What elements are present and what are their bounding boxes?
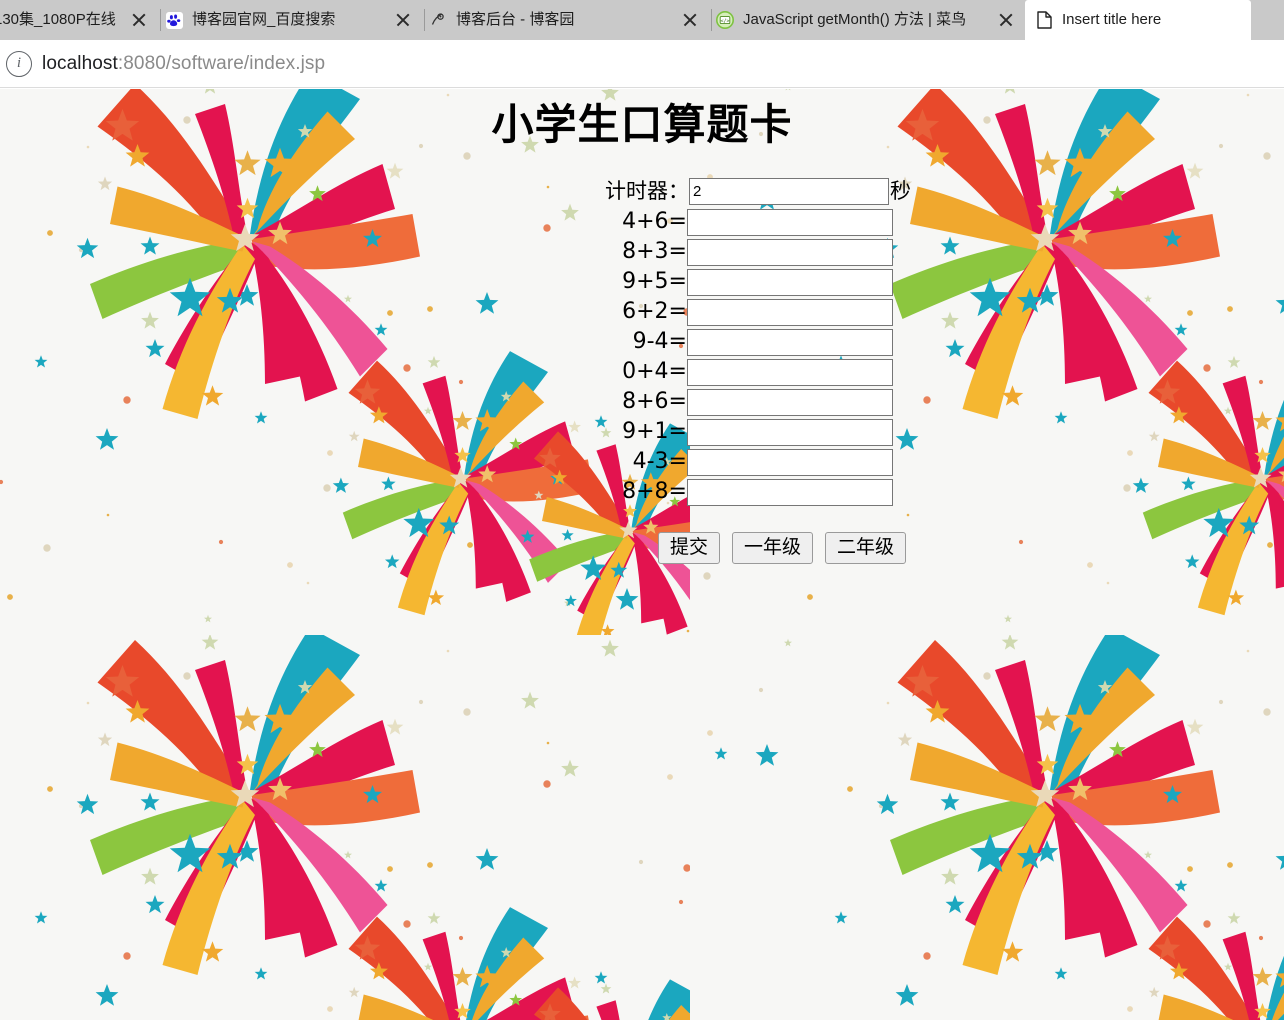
timer-input[interactable] bbox=[689, 177, 889, 205]
browser-tab[interactable]: 博客后台 - 博客园 bbox=[422, 0, 709, 40]
svg-text:</>: </> bbox=[720, 18, 729, 24]
question-expression: 8+8= bbox=[622, 479, 687, 504]
submit-button[interactable]: 提交 bbox=[658, 532, 721, 564]
tab-title: Insert title here bbox=[1062, 11, 1162, 28]
answer-input[interactable] bbox=[687, 448, 893, 476]
browser-tab[interactable]: </> JavaScript getMonth() 方法 | 菜鸟 bbox=[709, 0, 1025, 40]
tab-close-icon[interactable] bbox=[390, 7, 416, 33]
info-circle-icon[interactable]: i bbox=[6, 50, 32, 77]
tab-title: 博客后台 - 博客园 bbox=[456, 11, 575, 28]
tab-close-icon[interactable] bbox=[126, 7, 152, 33]
question-expression: 6+2= bbox=[622, 299, 687, 324]
question-rows: 4+6= 8+3= 9+5= 6+2= 9-4= 0+4= 8+6= 9+1= 4-3= 8+8= bbox=[0, 207, 1284, 507]
question-expression: 9-4= bbox=[632, 329, 687, 354]
cnblogs-icon bbox=[429, 11, 447, 29]
answer-input[interactable] bbox=[687, 328, 893, 356]
action-buttons: 提交 一年级 二年级 bbox=[0, 532, 1284, 564]
question-row: 8+6= bbox=[0, 387, 1284, 417]
tab-divider bbox=[160, 9, 161, 31]
grade-one-button[interactable]: 一年级 bbox=[732, 532, 814, 564]
question-row: 9+5= bbox=[0, 267, 1284, 297]
browser-window: 130集_1080P在线 博客园官网_百度搜索 博客后台 - 博客园 </> JavaS… bbox=[0, 0, 1284, 1020]
question-row: 6+2= bbox=[0, 297, 1284, 327]
answer-input[interactable] bbox=[687, 208, 893, 236]
browser-tab[interactable]: 130集_1080P在线 bbox=[0, 0, 158, 40]
answer-input[interactable] bbox=[687, 388, 893, 416]
url-path: :8080/software/index.jsp bbox=[117, 52, 326, 74]
question-expression: 4+6= bbox=[622, 209, 687, 234]
question-expression: 8+6= bbox=[622, 389, 687, 414]
question-expression: 8+3= bbox=[622, 239, 687, 264]
document-page-icon bbox=[1035, 11, 1053, 29]
timer-row: 计时器： 秒 bbox=[0, 175, 1284, 207]
answer-input[interactable] bbox=[687, 268, 893, 296]
question-row: 4+6= bbox=[0, 207, 1284, 237]
question-row: 0+4= bbox=[0, 357, 1284, 387]
info-glyph: i bbox=[16, 55, 22, 71]
address-bar[interactable]: i localhost:8080/software/index.jsp bbox=[0, 40, 1284, 88]
tab-title: 130集_1080P在线 bbox=[0, 11, 116, 28]
page-content: 小学生口算题卡 计时器： 秒 4+6= 8+3= 9+5= 6+2= 9-4= 0+4= 8… bbox=[0, 89, 1284, 564]
url-text[interactable]: localhost:8080/software/index.jsp bbox=[42, 53, 325, 75]
question-row: 9-4= bbox=[0, 327, 1284, 357]
answer-input[interactable] bbox=[687, 358, 893, 386]
answer-input[interactable] bbox=[687, 418, 893, 446]
tab-divider bbox=[424, 9, 425, 31]
question-row: 4-3= bbox=[0, 447, 1284, 477]
browser-tab[interactable]: Insert title here bbox=[1025, 0, 1251, 40]
question-row: 8+8= bbox=[0, 477, 1284, 507]
quiz-form: 计时器： 秒 4+6=8+3=9+5=6+2=9-4=0+4=8+6=9+1=4… bbox=[0, 175, 1284, 507]
question-expression: 9+5= bbox=[622, 269, 687, 294]
page-title: 小学生口算题卡 bbox=[491, 101, 793, 148]
answer-input[interactable] bbox=[687, 238, 893, 266]
answer-input[interactable] bbox=[687, 478, 893, 506]
question-expression: 9+1= bbox=[622, 419, 687, 444]
tab-close-icon[interactable] bbox=[677, 7, 703, 33]
tab-title: 博客园官网_百度搜索 bbox=[192, 11, 336, 28]
question-row: 9+1= bbox=[0, 417, 1284, 447]
browser-tab[interactable]: 博客园官网_百度搜索 bbox=[158, 0, 422, 40]
url-host: localhost bbox=[42, 52, 118, 74]
timer-unit-label: 秒 bbox=[890, 179, 911, 203]
question-expression: 4-3= bbox=[632, 449, 687, 474]
tab-close-icon[interactable] bbox=[993, 7, 1019, 33]
answer-input[interactable] bbox=[687, 298, 893, 326]
tab-divider bbox=[711, 9, 712, 31]
tab-title: JavaScript getMonth() 方法 | 菜鸟 bbox=[743, 11, 967, 28]
runoob-code-icon: </> bbox=[716, 11, 734, 29]
grade-two-button[interactable]: 二年级 bbox=[825, 532, 907, 564]
baidu-paw-icon bbox=[165, 11, 183, 29]
tab-strip: 130集_1080P在线 博客园官网_百度搜索 博客后台 - 博客园 </> JavaS… bbox=[0, 0, 1284, 40]
page-viewport: 小学生口算题卡 计时器： 秒 4+6= 8+3= 9+5= 6+2= 9-4= 0+4= 8… bbox=[0, 89, 1284, 1020]
question-row: 8+3= bbox=[0, 237, 1284, 267]
timer-label: 计时器： bbox=[605, 179, 689, 203]
question-expression: 0+4= bbox=[622, 359, 687, 384]
